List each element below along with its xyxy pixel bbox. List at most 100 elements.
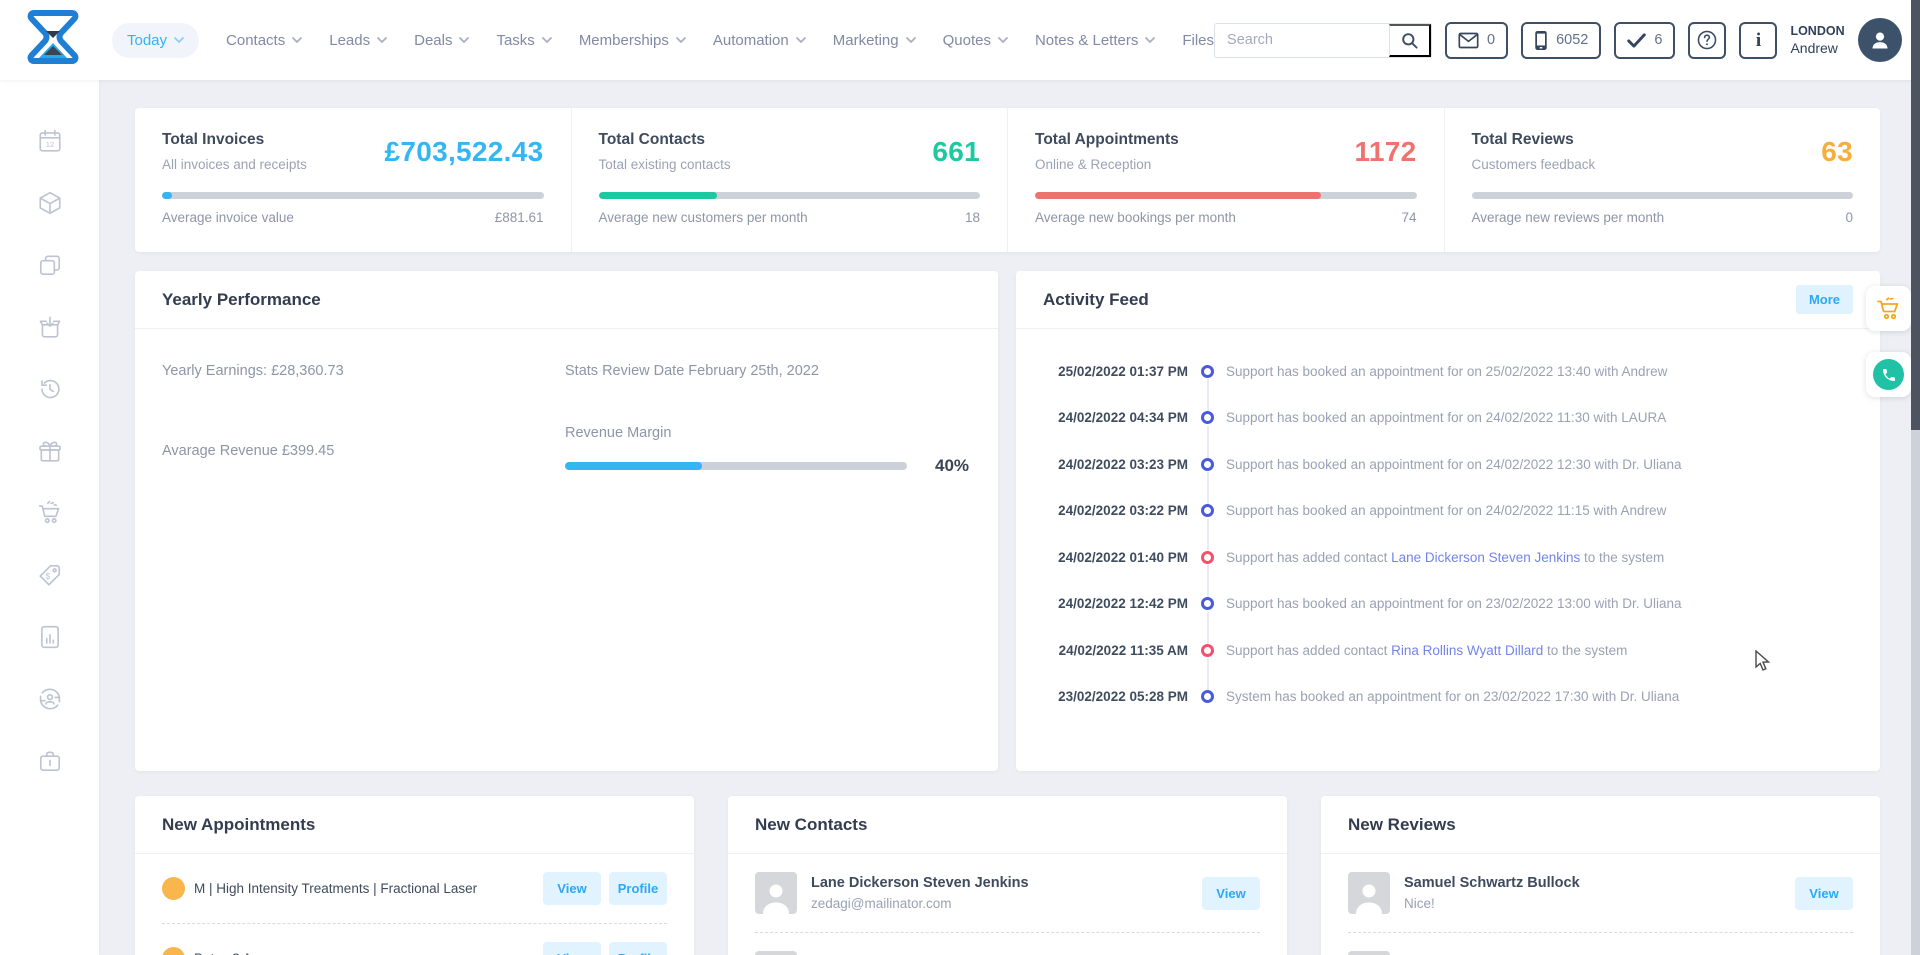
panel-title: New Reviews [1348, 815, 1456, 835]
nav-item-leads[interactable]: Leads [329, 32, 387, 49]
new-appointments-panel: New Appointments M | High Intensity Trea… [135, 796, 694, 955]
package-icon[interactable] [37, 190, 63, 216]
profile-button[interactable]: Profile [609, 942, 667, 955]
stat-total-reviews: Total Reviews Customers feedback 63 Aver… [1444, 108, 1881, 252]
stats-review-date: Stats Review Date February 25th, 2022 [565, 363, 971, 379]
medical-case-icon[interactable] [37, 748, 63, 774]
calendar-icon[interactable]: 12 [37, 128, 63, 154]
chevron-down-icon [998, 37, 1008, 44]
user-avatar[interactable] [1858, 18, 1902, 62]
activity-timestamp: 24/02/2022 03:22 PM [1043, 503, 1188, 518]
person-icon [1354, 880, 1384, 914]
view-button[interactable]: View [1795, 877, 1853, 910]
report-icon[interactable] [37, 624, 63, 650]
yearly-performance-panel: Yearly Performance Yearly Earnings: £28,… [135, 271, 998, 771]
stat-title: Total Reviews [1472, 131, 1596, 149]
mail-count: 0 [1487, 32, 1495, 48]
nav-item-tasks[interactable]: Tasks [496, 32, 551, 49]
account-sync-icon[interactable] [37, 686, 63, 712]
profile-button[interactable]: Profile [609, 872, 667, 905]
contact-row: Rina Rollins Wyatt Dillard View [755, 933, 1260, 955]
appointment-label: M | High Intensity Treatments | Fraction… [194, 881, 535, 896]
floating-cart-button[interactable] [1866, 286, 1911, 331]
stat-title: Total Invoices [162, 131, 307, 149]
nav-label: Files [1182, 32, 1214, 49]
chevron-down-icon [1145, 37, 1155, 44]
chevron-down-icon [542, 37, 552, 44]
nav-item-contacts[interactable]: Contacts [226, 32, 302, 49]
view-button[interactable]: View [543, 942, 601, 955]
activity-timestamp: 24/02/2022 01:40 PM [1043, 550, 1188, 565]
chevron-down-icon [906, 37, 916, 44]
avatar [755, 872, 797, 914]
average-revenue: Avarage Revenue £399.45 [162, 443, 565, 459]
header-actions: 0 6052 6 i LONDON Andrew [1214, 18, 1902, 62]
help-button[interactable] [1688, 22, 1726, 59]
search-button[interactable] [1389, 24, 1431, 57]
stat-footer-label: Average new bookings per month [1035, 210, 1236, 225]
nav-item-notes-letters[interactable]: Notes & Letters [1035, 32, 1155, 49]
nav-item-marketing[interactable]: Marketing [833, 32, 916, 49]
search-input[interactable] [1215, 32, 1389, 48]
chevron-down-icon [676, 37, 686, 44]
contact-link[interactable]: Rina Rollins Wyatt Dillard [1391, 643, 1543, 658]
call-circle [1873, 359, 1904, 390]
appointment-row: Botox 3 Areas View Profile [162, 924, 667, 955]
search-box [1214, 23, 1432, 58]
review-row: Alex Stefan View [1348, 933, 1853, 955]
view-button[interactable]: View [543, 872, 601, 905]
person-icon [1868, 28, 1892, 52]
new-contacts-panel: New Contacts Lane Dickerson Steven Jenki… [728, 796, 1287, 955]
nav-item-files[interactable]: Files [1182, 32, 1214, 49]
activity-timestamp: 24/02/2022 12:42 PM [1043, 596, 1188, 611]
basket-icon[interactable] [37, 314, 63, 340]
activity-text: Support has booked an appointment for on… [1226, 364, 1667, 379]
stat-value: £703,522.43 [384, 136, 543, 168]
sidebar: 12 $ [0, 80, 99, 955]
revenue-margin-block: Revenue Margin 40% [565, 425, 971, 476]
gift-icon[interactable] [37, 438, 63, 464]
activity-marker-icon [1201, 458, 1214, 471]
user-location: LONDON [1790, 23, 1844, 39]
activity-item: 24/02/2022 01:40 PM Support has added co… [1043, 534, 1853, 581]
scrollbar-thumb[interactable] [1911, 0, 1920, 430]
activity-feed-panel: Activity Feed More 25/02/2022 01:37 PM S… [1016, 271, 1880, 771]
page-scrollbar[interactable] [1911, 0, 1920, 955]
stat-title: Total Appointments [1035, 131, 1179, 149]
nav-label: Marketing [833, 32, 899, 49]
copy-pages-icon[interactable] [37, 252, 63, 278]
tasks-counter-button[interactable]: 6 [1614, 22, 1675, 59]
stat-progress-bar [1472, 192, 1854, 199]
more-button[interactable]: More [1796, 285, 1853, 314]
cart-icon[interactable] [37, 500, 63, 526]
info-button[interactable]: i [1739, 22, 1777, 59]
activity-item: 24/02/2022 12:42 PM Support has booked a… [1043, 581, 1853, 628]
activity-marker-icon [1201, 597, 1214, 610]
panel-title: Activity Feed [1043, 290, 1149, 310]
app-logo-hourglass-icon[interactable] [26, 9, 80, 71]
nav-item-automation[interactable]: Automation [713, 32, 806, 49]
nav-item-today[interactable]: Today [112, 23, 199, 58]
view-button[interactable]: View [1202, 877, 1260, 910]
activity-timestamp: 25/02/2022 01:37 PM [1043, 364, 1188, 379]
mail-counter-button[interactable]: 0 [1445, 22, 1508, 59]
nav-item-quotes[interactable]: Quotes [943, 32, 1008, 49]
activity-item: 24/02/2022 04:34 PM Support has booked a… [1043, 395, 1853, 442]
stat-subtitle: Online & Reception [1035, 157, 1179, 172]
stat-subtitle: All invoices and receipts [162, 157, 307, 172]
phone-counter-button[interactable]: 6052 [1521, 22, 1601, 59]
floating-call-button[interactable] [1866, 352, 1911, 397]
history-icon[interactable] [37, 376, 63, 402]
nav-label: Contacts [226, 32, 285, 49]
chevron-down-icon [459, 37, 469, 44]
stat-footer-value: 74 [1401, 210, 1416, 225]
stat-value: 661 [932, 136, 980, 168]
contact-link[interactable]: Lane Dickerson Steven Jenkins [1391, 550, 1580, 565]
panel-title: Yearly Performance [162, 290, 321, 310]
activity-item: 24/02/2022 11:35 AM Support has added co… [1043, 627, 1853, 674]
nav-item-deals[interactable]: Deals [414, 32, 469, 49]
price-tag-icon[interactable]: $ [37, 562, 63, 588]
main-navigation: Today Contacts Leads Deals Tasks Members… [112, 23, 1214, 58]
nav-item-memberships[interactable]: Memberships [579, 32, 686, 49]
chevron-down-icon [174, 37, 184, 44]
